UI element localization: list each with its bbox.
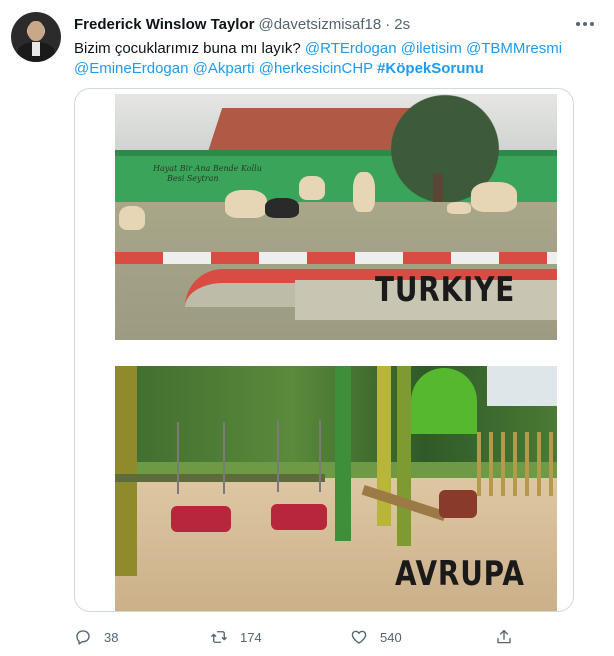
graffiti-line: Besi Seytran <box>167 174 219 183</box>
swing-seat-body <box>271 504 327 530</box>
like-button[interactable]: 540 <box>350 626 402 648</box>
avatar-shirt <box>32 42 40 56</box>
mention-link[interactable]: @TBMMresmi <box>466 40 562 57</box>
red-white-curb <box>115 252 557 264</box>
image-label-bottom: AVRUPA <box>395 554 525 594</box>
tweet-actions: 38 174 540 <box>74 626 524 648</box>
photo-europe-playground[interactable]: AVRUPA <box>115 366 557 611</box>
swing-rope <box>177 422 179 494</box>
image-label-top: TURKIYE <box>375 270 516 310</box>
swing-rope <box>277 420 279 492</box>
swing-seat <box>171 422 231 532</box>
dog <box>265 198 299 218</box>
mention-link[interactable]: @RTErdogan <box>305 40 397 57</box>
wall-graffiti: Hayat Bir Ana Bende Kollu Besi Seytran <box>153 164 262 184</box>
swing-rope <box>223 422 225 494</box>
play-tower-post <box>397 366 411 546</box>
more-icon[interactable] <box>574 14 596 34</box>
avatar[interactable] <box>11 12 61 62</box>
dog <box>353 172 375 212</box>
dog <box>447 202 471 214</box>
tweet-time[interactable]: 2s <box>394 16 410 33</box>
mention-link[interactable]: @iletisim <box>401 40 462 57</box>
retweet-icon <box>210 628 228 646</box>
swing-seat-body <box>171 506 231 532</box>
mention-link[interactable]: @herkesicinCHP <box>259 60 373 77</box>
retweet-count: 174 <box>240 629 262 645</box>
tweet-header: Frederick Winslow Taylor @davetsizmisaf1… <box>74 14 410 34</box>
retweet-button[interactable]: 174 <box>210 626 262 648</box>
fence <box>477 432 557 496</box>
more-dot <box>590 22 594 26</box>
play-tower-roof <box>411 368 477 434</box>
dog <box>119 206 145 230</box>
tweet-text: Bizim çocuklarımız buna mı layık? @RTErd… <box>74 39 594 79</box>
swing-rope <box>319 420 321 492</box>
dog <box>299 176 325 200</box>
author-handle[interactable]: @davetsizmisaf18 <box>258 16 381 33</box>
more-dot <box>576 22 580 26</box>
play-tower-post <box>335 366 351 541</box>
tweet[interactable]: Frederick Winslow Taylor @davetsizmisaf1… <box>0 0 614 656</box>
dog <box>471 182 517 212</box>
photo-turkey-stray-dogs[interactable]: Hayat Bir Ana Bende Kollu Besi Seytran T… <box>115 94 557 340</box>
reply-count: 38 <box>104 629 119 645</box>
sky <box>487 366 557 406</box>
tweet-media[interactable]: Hayat Bir Ana Bende Kollu Besi Seytran T… <box>74 88 574 612</box>
share-icon <box>495 628 513 646</box>
reply-icon <box>74 628 92 646</box>
swing-seat <box>271 420 327 530</box>
graffiti-line: Hayat Bir Ana Bende Kollu <box>153 164 262 173</box>
swing-frame-bar <box>115 474 325 482</box>
mention-link[interactable]: @EmineErdogan <box>74 60 188 77</box>
author-name[interactable]: Frederick Winslow Taylor <box>74 16 254 33</box>
mention-link[interactable]: @Akparti <box>193 60 255 77</box>
hashtag-link[interactable]: #KöpekSorunu <box>377 60 484 77</box>
separator-dot: · <box>385 15 391 33</box>
seesaw-seat <box>439 490 477 518</box>
avatar-face <box>28 21 44 41</box>
reply-button[interactable]: 38 <box>74 626 118 648</box>
more-dot <box>583 22 587 26</box>
like-count: 540 <box>380 629 402 645</box>
share-button[interactable] <box>495 626 513 648</box>
tweet-text-body: Bizim çocuklarımız buna mı layık? <box>74 40 305 57</box>
swing-frame-post <box>115 366 137 576</box>
dog <box>225 190 267 218</box>
heart-icon <box>350 628 368 646</box>
